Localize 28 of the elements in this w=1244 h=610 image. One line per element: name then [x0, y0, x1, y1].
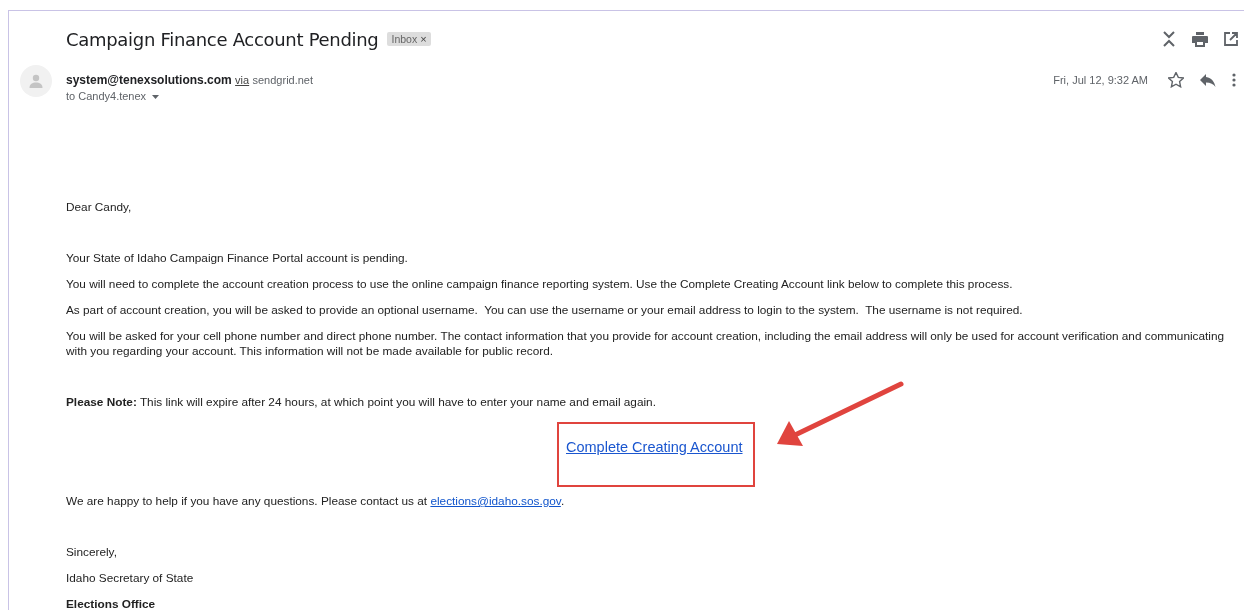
body-paragraph: As part of account creation, you will be asked to provide an optional username. You can use the username or your email address to login to the system. The username is not required.	[66, 303, 1024, 318]
office-text: Elections Office	[66, 597, 157, 610]
complete-account-link[interactable]: Complete Creating Account	[566, 438, 743, 456]
email-link[interactable]: elections@idaho.sos.gov	[430, 494, 561, 508]
greeting-text: Dear Candy,	[66, 200, 133, 215]
help-paragraph: We are happy to help if you have any questions. Please contact us at elections@idaho.sos.gov.	[66, 494, 566, 509]
print-icon[interactable]	[1192, 31, 1208, 47]
message-date: Fri, Jul 12, 9:32 AM	[1053, 74, 1148, 86]
dropdown-caret-icon[interactable]	[152, 94, 160, 99]
body-paragraph: You will need to complete the account creation process to use the online campaign finance reporting system. Use the Complete Creating Account link below to complete this process.	[66, 277, 1014, 292]
email-subject: Campaign Finance Account Pending	[66, 28, 379, 50]
body-paragraph: Your State of Idaho Campaign Finance Portal account is pending.	[66, 251, 409, 266]
more-options-icon[interactable]	[1232, 73, 1236, 87]
label-text: Inbox	[391, 33, 418, 45]
reply-icon[interactable]	[1200, 73, 1216, 87]
body-paragraph: You will be asked for your cell phone number and direct phone number. The contact information that you provide for account creation, including the email address will only be used for account verification and communicating with you regarding your account. This information will not be made available for public record.	[66, 329, 1226, 359]
sender-email: system@tenexsolutions.com	[66, 73, 232, 87]
sender-domain: sendgrid.net	[252, 74, 314, 86]
via-link[interactable]: via	[235, 74, 250, 86]
star-icon[interactable]	[1168, 72, 1184, 88]
avatar-icon	[20, 65, 52, 97]
signature-text: Idaho Secretary of State	[66, 571, 195, 586]
recipient-text: to Candy4.tenex	[66, 89, 147, 104]
open-in-new-icon[interactable]	[1224, 32, 1238, 46]
remove-label-button[interactable]: ×	[420, 33, 427, 45]
note-paragraph: Please Note: This link will expire after 24 hours, at which point you will have to enter your name and email again.	[66, 395, 657, 410]
collapse-icon[interactable]	[1162, 31, 1176, 47]
closing-text: Sincerely,	[66, 545, 118, 560]
